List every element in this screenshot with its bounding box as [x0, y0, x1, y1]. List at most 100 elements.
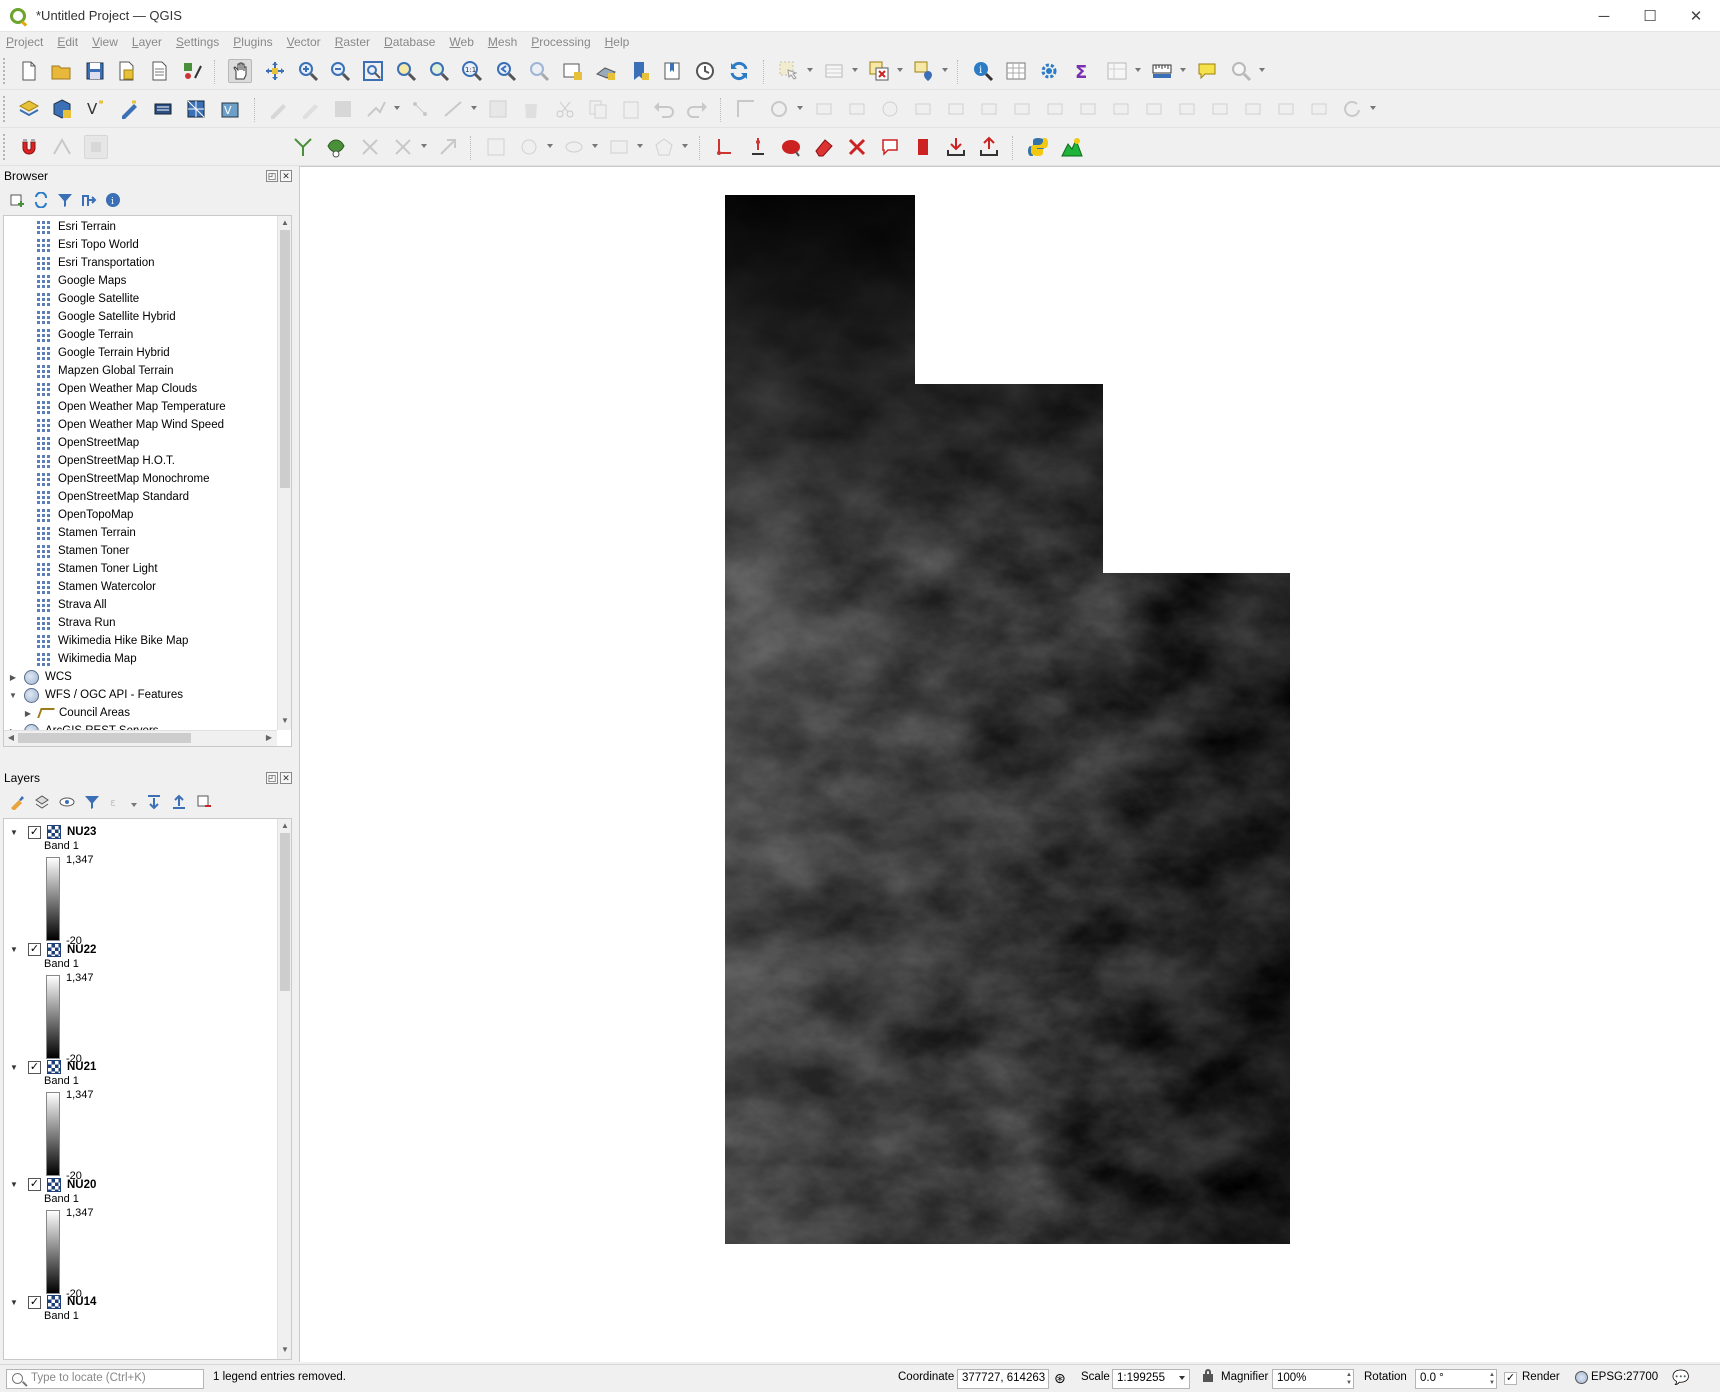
magnifier-field[interactable]: 100% ▲ ▼: [1272, 1369, 1354, 1389]
expand-all-icon[interactable]: [145, 793, 163, 811]
layer-visibility-checkbox[interactable]: ✓: [28, 943, 41, 956]
browser-item[interactable]: Stamen Watercolor: [37, 578, 291, 596]
chevron-right-icon[interactable]: ▶: [23, 709, 33, 718]
add-selected-layers-icon[interactable]: [8, 191, 26, 209]
advanced-digitizing-13-icon[interactable]: [1208, 97, 1232, 121]
scroll-right-icon[interactable]: ▶: [262, 733, 276, 742]
annotation-icon[interactable]: [878, 135, 902, 159]
menu-processing[interactable]: Processing: [531, 35, 590, 49]
zoom-last-icon[interactable]: [494, 59, 518, 83]
layer-visibility-checkbox[interactable]: ✓: [28, 1060, 41, 1074]
browser-item[interactable]: Esri Topo World: [37, 236, 291, 254]
browser-item[interactable]: Google Maps: [37, 272, 291, 290]
lock-scale-icon[interactable]: [1203, 1369, 1213, 1382]
zoom-out-icon[interactable]: [328, 59, 352, 83]
save-layer-edits-icon[interactable]: [331, 97, 355, 121]
refresh-icon[interactable]: [727, 59, 751, 83]
layer-item[interactable]: ▼ ✓ NU22: [4, 941, 279, 959]
browser-item[interactable]: Google Satellite Hybrid: [37, 308, 291, 326]
layer-item[interactable]: ▼ ✓ NU14: [4, 1293, 279, 1311]
browser-item[interactable]: OpenStreetMap: [37, 434, 291, 452]
redo-icon[interactable]: [685, 97, 709, 121]
scrollbar-thumb[interactable]: [18, 733, 191, 743]
spin-arrows-icon[interactable]: ▲▼: [1489, 1371, 1495, 1387]
delete-x-icon[interactable]: [845, 135, 869, 159]
export-icon[interactable]: [977, 135, 1001, 159]
open-attribute-table-icon[interactable]: [1004, 59, 1028, 83]
browser-item[interactable]: OpenTopoMap: [37, 506, 291, 524]
toolbar-grip[interactable]: [3, 134, 7, 160]
remove-layer-icon[interactable]: [195, 793, 213, 811]
select-by-value-icon[interactable]: [822, 59, 846, 83]
digitize-line-icon[interactable]: [364, 97, 388, 121]
locator-settings-icon[interactable]: [1229, 59, 1253, 83]
chevron-down-icon[interactable]: ▼: [10, 945, 20, 954]
float-panel-icon[interactable]: ◰: [266, 170, 278, 182]
cut-features-icon[interactable]: [553, 97, 577, 121]
snapping-options-icon[interactable]: [436, 135, 460, 159]
shape-digitize-5-icon[interactable]: [652, 135, 676, 159]
menu-layer[interactable]: Layer: [132, 35, 162, 49]
advanced-digitizing-5-icon[interactable]: [944, 97, 968, 121]
advanced-digitizing-8-icon[interactable]: [1043, 97, 1067, 121]
scrollbar-thumb[interactable]: [280, 230, 290, 488]
scroll-down-icon[interactable]: ▼: [278, 716, 291, 725]
chevron-right-icon[interactable]: ▶: [8, 673, 18, 682]
new-spatialite-layer-icon[interactable]: V: [218, 97, 242, 121]
advanced-digitizing-10-icon[interactable]: [1109, 97, 1133, 121]
georef-tool-2-icon[interactable]: [746, 135, 770, 159]
layer-item[interactable]: ▼ ✓ NU20: [4, 1176, 279, 1194]
new-map-view-icon[interactable]: [561, 59, 585, 83]
minimize-button[interactable]: ─: [1581, 0, 1627, 32]
browser-item[interactable]: Strava Run: [37, 614, 291, 632]
zoom-in-icon[interactable]: [296, 59, 320, 83]
crs-button[interactable]: EPSG:27700: [1591, 1371, 1658, 1383]
menu-raster[interactable]: Raster: [335, 35, 370, 49]
browser-item[interactable]: OpenStreetMap Monochrome: [37, 470, 291, 488]
advanced-digitizing-14-icon[interactable]: [1241, 97, 1265, 121]
new-spatial-bookmark-icon[interactable]: [628, 59, 652, 83]
browser-item[interactable]: Esri Terrain: [37, 218, 291, 236]
zoom-to-selection-icon[interactable]: [394, 59, 418, 83]
modify-attributes-icon[interactable]: [486, 97, 510, 121]
profile-tool-icon[interactable]: [1060, 135, 1084, 159]
copy-features-icon[interactable]: [586, 97, 610, 121]
browser-item[interactable]: Open Weather Map Wind Speed: [37, 416, 291, 434]
field-calculator-icon[interactable]: [1105, 59, 1129, 83]
layer-styling-icon[interactable]: [8, 793, 26, 811]
maximize-button[interactable]: ☐: [1627, 0, 1673, 32]
close-panel-icon[interactable]: ✕: [280, 170, 292, 182]
crs-globe-icon[interactable]: [1575, 1371, 1588, 1384]
menu-edit[interactable]: Edit: [57, 35, 78, 49]
shape-digitize-3-icon[interactable]: [562, 135, 586, 159]
browser-item[interactable]: Wikimedia Map: [37, 650, 291, 668]
toolbar-grip[interactable]: [3, 96, 7, 122]
open-project-icon[interactable]: [49, 59, 73, 83]
undo-icon[interactable]: [652, 97, 676, 121]
menu-mesh[interactable]: Mesh: [488, 35, 517, 49]
select-location-icon[interactable]: [912, 59, 936, 83]
shape-digitize-2-icon[interactable]: [517, 135, 541, 159]
measure-line-icon[interactable]: [1150, 59, 1174, 83]
enable-tracing-icon[interactable]: [391, 135, 415, 159]
chevron-down-icon[interactable]: ▼: [10, 1298, 20, 1307]
browser-item[interactable]: Open Weather Map Clouds: [37, 380, 291, 398]
menu-view[interactable]: View: [92, 35, 118, 49]
deselect-features-icon[interactable]: [867, 59, 891, 83]
browser-item[interactable]: ▶ Council Areas: [23, 704, 291, 722]
filter-browser-icon[interactable]: [56, 191, 74, 209]
browser-item[interactable]: Wikimedia Hike Bike Map: [37, 632, 291, 650]
rotate-feature-icon[interactable]: [1340, 97, 1364, 121]
layer-visibility-checkbox[interactable]: ✓: [28, 1295, 41, 1309]
chevron-down-icon[interactable]: ▼: [10, 828, 20, 837]
new-geopackage-layer-icon[interactable]: [50, 97, 74, 121]
new-3d-map-view-icon[interactable]: [594, 59, 618, 83]
snapping-type-icon[interactable]: [84, 135, 108, 159]
close-button[interactable]: ✕: [1673, 0, 1719, 32]
map-tips-icon[interactable]: [1195, 59, 1219, 83]
menu-settings[interactable]: Settings: [176, 35, 219, 49]
vertex-tool-icon[interactable]: [408, 97, 432, 121]
delete-selected-icon[interactable]: [519, 97, 543, 121]
refresh-browser-icon[interactable]: [32, 191, 50, 209]
scale-field[interactable]: 1:199255: [1112, 1369, 1190, 1389]
